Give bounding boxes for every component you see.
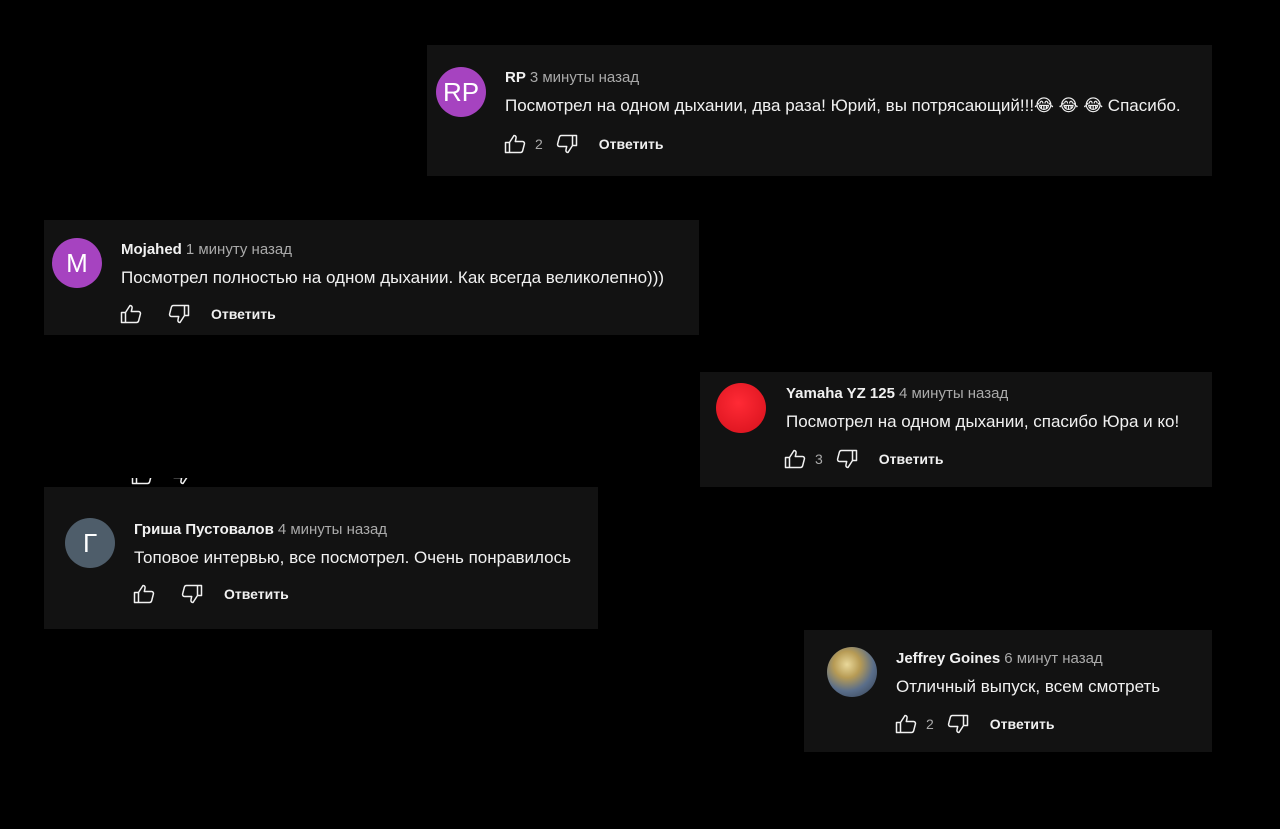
comment-time[interactable]: 3 минуты назад	[530, 69, 639, 86]
comment-card: Jeffrey Goines 6 минут назад Отличный вып…	[804, 630, 1212, 752]
comment-meta: RP 3 минуты назад	[505, 69, 639, 86]
author-name[interactable]: Jeffrey Goines	[896, 650, 1000, 667]
comment-text: Посмотрел на одном дыхании, спасибо Юра …	[786, 412, 1180, 431]
author-name[interactable]: Yamaha YZ 125	[786, 385, 895, 402]
comment-text: Посмотрел на одном дыхании, два раза! Юр…	[505, 96, 1181, 115]
comment-meta: Jeffrey Goines 6 минут назад	[896, 650, 1103, 667]
thumbs-down-icon[interactable]	[835, 447, 859, 471]
comment-time[interactable]: 6 минут назад	[1004, 650, 1102, 667]
thumbs-up-icon[interactable]	[119, 302, 143, 326]
comment-text: Посмотрел полностью на одном дыхании. Ка…	[121, 268, 665, 287]
comment-actions: Ответить	[119, 301, 276, 327]
thumbs-down-icon[interactable]	[180, 582, 204, 606]
avatar[interactable]: M	[52, 238, 102, 288]
thumbs-down-icon[interactable]	[555, 132, 579, 156]
comment-meta: Гриша Пустовалов 4 минуты назад	[134, 521, 387, 538]
comment-actions: 2 Ответить	[503, 131, 664, 157]
avatar[interactable]: Г	[65, 518, 115, 568]
comment-card: RP RP 3 минуты назад Посмотрел на одном д…	[427, 45, 1212, 176]
comment-text: Отличный выпуск, всем смотреть	[896, 677, 1161, 696]
avatar[interactable]	[716, 383, 766, 433]
comment-text: Топовое интервью, все посмотрел. Очень п…	[134, 548, 571, 567]
comment-time[interactable]: 4 минуты назад	[278, 521, 387, 538]
reply-button[interactable]: Ответить	[879, 451, 944, 467]
comment-meta: Mojahed 1 минуту назад	[121, 241, 292, 258]
comment-card: M Mojahed 1 минуту назад Посмотрел полнос…	[44, 220, 699, 335]
author-name[interactable]: RP	[505, 69, 526, 86]
reply-button[interactable]: Ответить	[224, 586, 289, 602]
thumbs-up-icon[interactable]	[894, 712, 918, 736]
comment-time[interactable]: 1 минуту назад	[186, 241, 292, 258]
thumbs-up-icon[interactable]	[132, 582, 156, 606]
thumbs-down-icon[interactable]	[167, 302, 191, 326]
reply-button[interactable]: Ответить	[990, 716, 1055, 732]
comment-actions: 2 Ответить	[894, 711, 1055, 737]
like-count: 2	[926, 716, 934, 732]
reply-button[interactable]: Ответить	[599, 136, 664, 152]
reply-button[interactable]: Ответить	[211, 306, 276, 322]
author-name[interactable]: Mojahed	[121, 241, 182, 258]
comment-actions: Ответить	[132, 581, 289, 607]
comment-card: Г Гриша Пустовалов 4 минуты назад Топовое…	[44, 487, 598, 629]
like-count: 3	[815, 451, 823, 467]
thumbs-up-icon[interactable]	[783, 447, 807, 471]
thumbs-down-icon[interactable]	[946, 712, 970, 736]
clipped-actions-fragment	[130, 478, 200, 487]
comment-actions: 3 Ответить	[783, 446, 944, 472]
avatar[interactable]: RP	[436, 67, 486, 117]
thumbs-up-icon[interactable]	[503, 132, 527, 156]
comment-time[interactable]: 4 минуты назад	[899, 385, 1008, 402]
comment-meta: Yamaha YZ 125 4 минуты назад	[786, 385, 1008, 402]
like-count: 2	[535, 136, 543, 152]
author-name[interactable]: Гриша Пустовалов	[134, 521, 274, 538]
avatar[interactable]	[827, 647, 877, 697]
comment-card: Yamaha YZ 125 4 минуты назад Посмотрел на…	[700, 372, 1212, 487]
